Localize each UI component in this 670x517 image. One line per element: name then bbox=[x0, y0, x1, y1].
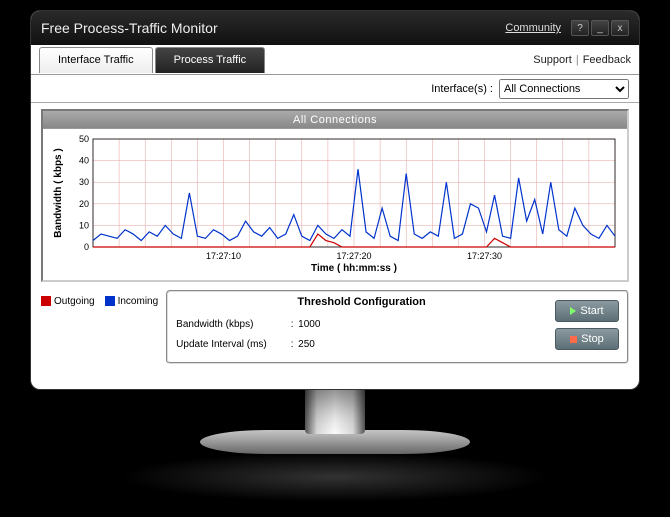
svg-text:17:27:30: 17:27:30 bbox=[467, 251, 502, 261]
interface-label: Interface(s) : bbox=[431, 83, 493, 95]
tab-process-traffic[interactable]: Process Traffic bbox=[155, 47, 266, 73]
legend-label-outgoing: Outgoing bbox=[54, 296, 95, 307]
chart-legend: Outgoing Incoming bbox=[41, 290, 158, 307]
bandwidth-value[interactable]: 1000 bbox=[298, 319, 320, 330]
chart-panel: All Connections 0 10 20 30 40 50 17:27:10 17:27… bbox=[41, 109, 629, 282]
play-icon bbox=[570, 307, 576, 315]
titlebar: Free Process-Traffic Monitor Community ?… bbox=[31, 11, 639, 45]
svg-text:17:27:20: 17:27:20 bbox=[336, 251, 371, 261]
stop-button[interactable]: Stop bbox=[555, 328, 619, 350]
svg-text:10: 10 bbox=[79, 220, 89, 230]
interface-selector-row: Interface(s) : All Connections bbox=[31, 75, 639, 103]
start-button[interactable]: Start bbox=[555, 300, 619, 322]
community-link[interactable]: Community bbox=[505, 22, 561, 34]
svg-text:20: 20 bbox=[79, 199, 89, 209]
legend-swatch-outgoing bbox=[41, 296, 51, 306]
window-title: Free Process-Traffic Monitor bbox=[41, 20, 218, 36]
svg-text:30: 30 bbox=[79, 177, 89, 187]
minimize-button[interactable]: _ bbox=[591, 20, 609, 36]
feedback-link[interactable]: Feedback bbox=[583, 54, 631, 66]
close-button[interactable]: x bbox=[611, 20, 629, 36]
legend-swatch-incoming bbox=[105, 296, 115, 306]
tab-bar: Interface Traffic Process Traffic Suppor… bbox=[31, 45, 639, 75]
monitor-stand-neck bbox=[305, 388, 365, 434]
chart-title: All Connections bbox=[43, 111, 627, 129]
help-button[interactable]: ? bbox=[571, 20, 589, 36]
monitor-shadow bbox=[120, 452, 550, 502]
tab-interface-traffic[interactable]: Interface Traffic bbox=[39, 47, 153, 73]
svg-text:17:27:10: 17:27:10 bbox=[206, 251, 241, 261]
bandwidth-label: Bandwidth (kbps) bbox=[176, 319, 286, 330]
svg-text:40: 40 bbox=[79, 156, 89, 166]
svg-text:Time ( hh:mm:ss ): Time ( hh:mm:ss ) bbox=[311, 263, 397, 273]
threshold-configuration: Threshold Configuration Bandwidth (kbps)… bbox=[166, 290, 629, 364]
interval-value[interactable]: 250 bbox=[298, 339, 315, 350]
interval-label: Update Interval (ms) bbox=[176, 339, 286, 350]
legend-label-incoming: Incoming bbox=[118, 296, 159, 307]
svg-text:Bandwidth ( kbps ): Bandwidth ( kbps ) bbox=[53, 148, 64, 237]
app-window: Free Process-Traffic Monitor Community ?… bbox=[30, 10, 640, 390]
link-separator: | bbox=[576, 54, 579, 66]
interface-select[interactable]: All Connections bbox=[499, 79, 629, 99]
threshold-heading: Threshold Configuration bbox=[176, 296, 547, 308]
svg-text:0: 0 bbox=[84, 242, 89, 252]
support-link[interactable]: Support bbox=[533, 54, 572, 66]
stop-icon bbox=[570, 336, 577, 343]
bandwidth-chart: 0 10 20 30 40 50 17:27:10 17:27:20 17:27:30 Time … bbox=[49, 133, 623, 273]
svg-text:50: 50 bbox=[79, 134, 89, 144]
